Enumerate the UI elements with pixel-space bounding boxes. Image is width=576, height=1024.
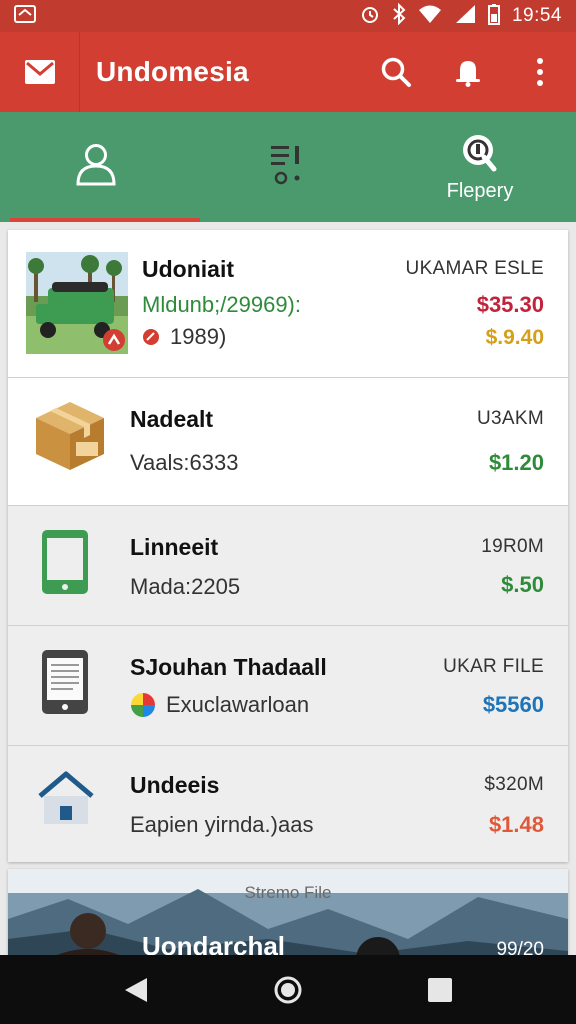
item-meta: $320M [484, 774, 544, 795]
item-meta: U3AKM [477, 408, 544, 429]
list-item[interactable]: Nadealt Vaals:6333 U3AKM $1.20 [8, 378, 568, 506]
item-title: Nadealt [130, 406, 214, 432]
bell-icon [456, 61, 480, 87]
item-meta: UKAR FILE [443, 656, 544, 677]
list-item[interactable]: SJouhan Thadaall Exuclawarloan UKAR FILE… [8, 626, 568, 746]
app-bar: Undomesia [0, 32, 576, 112]
package-box-icon [30, 396, 110, 476]
color-wheel-icon [131, 693, 155, 717]
tab-bar: Flepery [0, 112, 576, 222]
document-icon [40, 648, 92, 720]
tab-profile[interactable] [0, 112, 200, 222]
more-vert-icon [537, 58, 543, 86]
list-item[interactable]: Linneeit Mada:2205 19R0M $.50 [8, 506, 568, 626]
list-icon [271, 146, 300, 185]
tab-flepery[interactable]: Flepery [384, 112, 576, 222]
tab-indicator [10, 218, 200, 222]
search-button[interactable] [360, 32, 432, 112]
item-list: Udoniait Mldunb;/29969): 1989) UKAMAR ES… [8, 230, 568, 862]
item-detail-text: 1989) [170, 324, 227, 349]
item-subtitle: Eapien yirnda.)aas [130, 812, 314, 837]
item-price: $5560 [482, 692, 544, 717]
wifi-icon [418, 4, 442, 29]
search-badge-icon [463, 134, 497, 171]
record-icon [143, 329, 159, 345]
delivery-truck-photo [26, 252, 128, 354]
status-bar: 19:54 [0, 0, 576, 32]
bluetooth-icon [392, 2, 406, 30]
list-item[interactable]: Udoniait Mldunb;/29969): 1989) UKAMAR ES… [8, 230, 568, 378]
system-nav-bar [0, 955, 576, 1024]
item-subtitle: Exuclawarloan [166, 692, 310, 717]
item-subtitle-row: Exuclawarloan [130, 692, 309, 718]
overflow-menu-button[interactable] [504, 32, 576, 112]
mail-button[interactable] [0, 32, 80, 112]
back-button[interactable] [106, 960, 166, 1020]
banner-caption: Stremo File [244, 883, 332, 902]
item-title: Undeeis [130, 772, 220, 798]
item-meta: UKAMAR ESLE [405, 258, 544, 279]
item-meta: 19R0M [481, 536, 544, 557]
item-detail: 1989) [142, 324, 226, 350]
app-title: Undomesia [96, 56, 249, 87]
recents-button[interactable] [410, 960, 470, 1020]
item-subtitle: Mldunb;/29969): [142, 292, 301, 317]
signal-icon [454, 4, 476, 29]
search-icon [381, 57, 411, 87]
item-price: $35.30 [476, 292, 544, 317]
recents-icon [428, 977, 452, 1002]
notification-icon [14, 4, 36, 28]
tab-flepery-label: Flepery [446, 179, 514, 202]
item-title: Linneeit [130, 534, 219, 560]
home-icon [38, 768, 94, 826]
tab-list[interactable] [192, 112, 384, 222]
mail-icon [24, 60, 55, 84]
battery-icon [487, 3, 500, 30]
item-price: $1.20 [488, 450, 544, 475]
item-subtitle: Vaals:6333 [130, 450, 239, 475]
item-title: Udoniait [142, 256, 234, 282]
phone-icon [40, 528, 92, 600]
list-item[interactable]: Undeeis Eapien yirnda.)aas $320M $1.48 [8, 746, 568, 862]
notifications-button[interactable] [432, 32, 504, 112]
item-price: $.50 [501, 572, 544, 597]
alarm-icon [360, 4, 380, 29]
home-button[interactable] [258, 960, 318, 1020]
item-subtitle: Mada:2205 [130, 574, 241, 599]
item-title: SJouhan Thadaall [130, 654, 327, 680]
home-circle-icon [274, 976, 302, 1003]
banner-card[interactable]: Stremo File Uondarchal 99/20 [8, 869, 568, 959]
person-icon [76, 144, 116, 186]
clock: 19:54 [511, 5, 562, 26]
item-price: $1.48 [488, 812, 544, 837]
back-icon [125, 977, 147, 1002]
item-price-secondary: $.9.40 [485, 326, 544, 349]
